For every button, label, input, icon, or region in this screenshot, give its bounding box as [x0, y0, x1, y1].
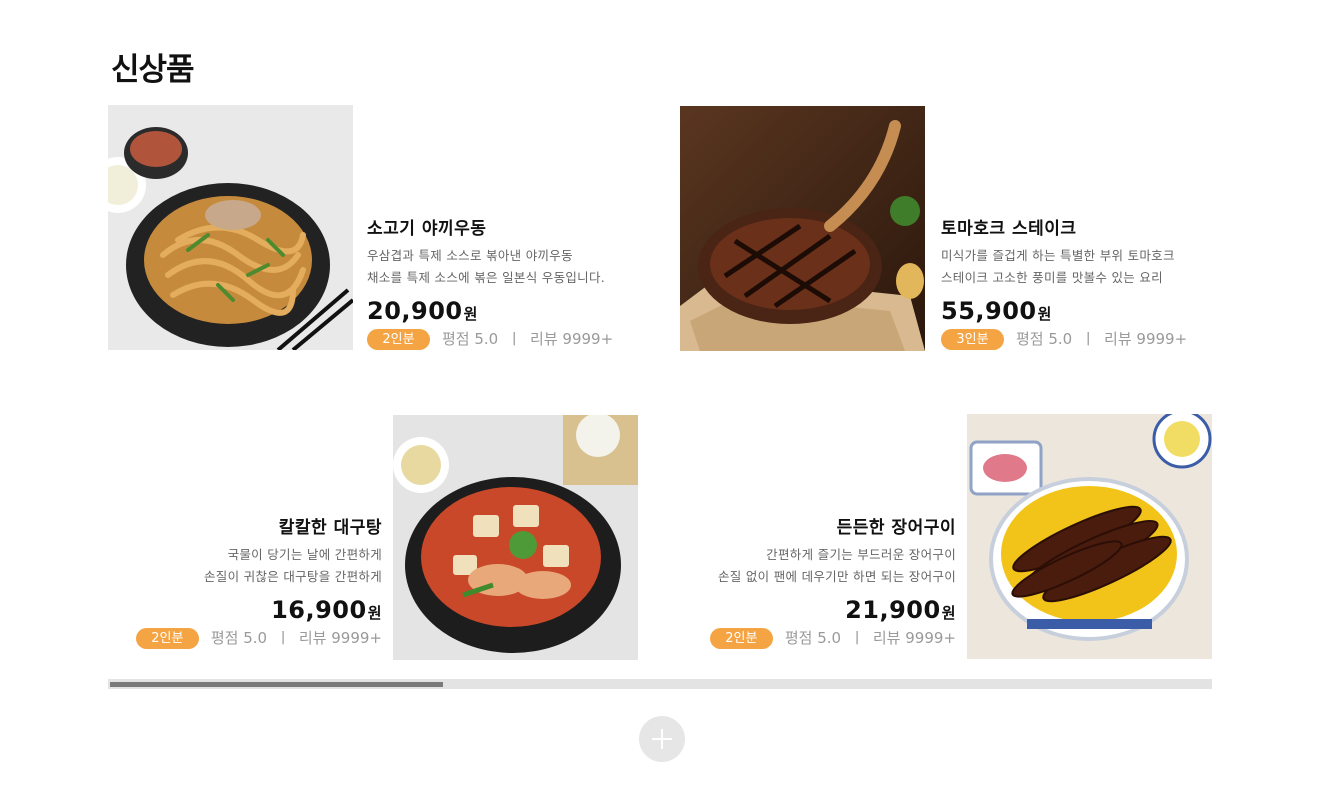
product-description: 미식가를 즐겁게 하는 특별한 부위 토마호크 스테이크 고소한 풍미를 맛볼수…	[941, 245, 1241, 289]
product-meta: 2인분 평점 5.0 ㅣ 리뷰 9999+	[82, 627, 382, 649]
product-meta: 2인분 평점 5.0 ㅣ 리뷰 9999+	[367, 328, 667, 350]
product-description-line: 우삼겹과 특제 소스로 볶아낸 야끼우동	[367, 248, 573, 263]
review-count: 리뷰 9999+	[872, 629, 956, 647]
serving-badge: 3인분	[941, 329, 1004, 350]
rating-text: 평점 5.0	[442, 330, 499, 348]
product-description-line: 간편하게 즐기는 부드러운 장어구이	[766, 547, 956, 562]
price-value: 20,900	[367, 297, 463, 325]
plus-icon	[652, 729, 672, 749]
product-description: 국물이 당기는 날에 간편하게 손질이 귀찮은 대구탕을 간편하게	[82, 544, 382, 588]
product-info-tomahawk: 토마호크 스테이크 미식가를 즐겁게 하는 특별한 부위 토마호크 스테이크 고…	[941, 214, 1241, 350]
price-currency: 원	[1037, 305, 1052, 323]
product-name[interactable]: 칼칼한 대구탕	[82, 513, 382, 538]
product-image-tomahawk[interactable]	[680, 106, 925, 351]
price-value: 55,900	[941, 297, 1037, 325]
product-info-udon: 소고기 야끼우동 우삼겹과 특제 소스로 볶아낸 야끼우동 채소를 특제 소스에…	[367, 214, 667, 350]
rating-text: 평점 5.0	[210, 629, 268, 647]
product-price: 21,900원	[656, 596, 956, 624]
product-name[interactable]: 든든한 장어구이	[656, 513, 956, 538]
price-currency: 원	[463, 305, 478, 323]
product-info-eel: 든든한 장어구이 간편하게 즐기는 부드러운 장어구이 손질 없이 팬에 데우기…	[656, 513, 956, 649]
product-description-line: 미식가를 즐겁게 하는 특별한 부위 토마호크	[941, 248, 1175, 263]
price-value: 16,900	[271, 596, 367, 624]
product-image-cod-stew[interactable]	[393, 415, 638, 660]
product-price: 55,900원	[941, 297, 1241, 325]
product-description-line: 손질이 귀찮은 대구탕을 간편하게	[203, 569, 382, 584]
product-meta: 2인분 평점 5.0 ㅣ 리뷰 9999+	[656, 627, 956, 649]
product-price: 20,900원	[367, 297, 667, 325]
serving-badge: 2인분	[709, 628, 773, 649]
product-description: 우삼겹과 특제 소스로 볶아낸 야끼우동 채소를 특제 소스에 볶은 일본식 우…	[367, 245, 667, 289]
product-price: 16,900원	[82, 596, 382, 624]
product-description-line: 손질 없이 팬에 데우기만 하면 되는 장어구이	[717, 569, 956, 584]
review-count: 리뷰 9999+	[298, 629, 382, 647]
price-value: 21,900	[845, 596, 941, 624]
serving-badge: 2인분	[367, 329, 430, 350]
rating-text: 평점 5.0	[784, 629, 842, 647]
carousel-scrollbar[interactable]	[108, 679, 1212, 689]
meta-separator: ㅣ	[276, 629, 290, 647]
review-count: 리뷰 9999+	[530, 330, 614, 348]
product-image-eel[interactable]	[967, 414, 1212, 659]
review-count: 리뷰 9999+	[1104, 330, 1188, 348]
product-meta: 3인분 평점 5.0 ㅣ 리뷰 9999+	[941, 328, 1241, 350]
carousel-scrollbar-thumb[interactable]	[110, 682, 443, 687]
meta-separator: ㅣ	[1081, 330, 1096, 348]
section-title: 신상품	[111, 52, 195, 88]
rating-text: 평점 5.0	[1016, 330, 1073, 348]
load-more-button[interactable]	[639, 716, 685, 762]
meta-separator: ㅣ	[507, 330, 522, 348]
product-name[interactable]: 소고기 야끼우동	[367, 214, 667, 239]
product-description-line: 국물이 당기는 날에 간편하게	[227, 547, 382, 562]
product-description-line: 채소를 특제 소스에 볶은 일본식 우동입니다.	[367, 270, 606, 285]
product-info-cod-stew: 칼칼한 대구탕 국물이 당기는 날에 간편하게 손질이 귀찮은 대구탕을 간편하…	[82, 513, 382, 649]
product-description-line: 스테이크 고소한 풍미를 맛볼수 있는 요리	[941, 270, 1163, 285]
product-name[interactable]: 토마호크 스테이크	[941, 214, 1241, 239]
product-image-udon[interactable]	[108, 105, 353, 350]
serving-badge: 2인분	[135, 628, 199, 649]
price-currency: 원	[941, 604, 956, 622]
product-description: 간편하게 즐기는 부드러운 장어구이 손질 없이 팬에 데우기만 하면 되는 장…	[656, 544, 956, 588]
meta-separator: ㅣ	[850, 629, 864, 647]
price-currency: 원	[367, 604, 382, 622]
